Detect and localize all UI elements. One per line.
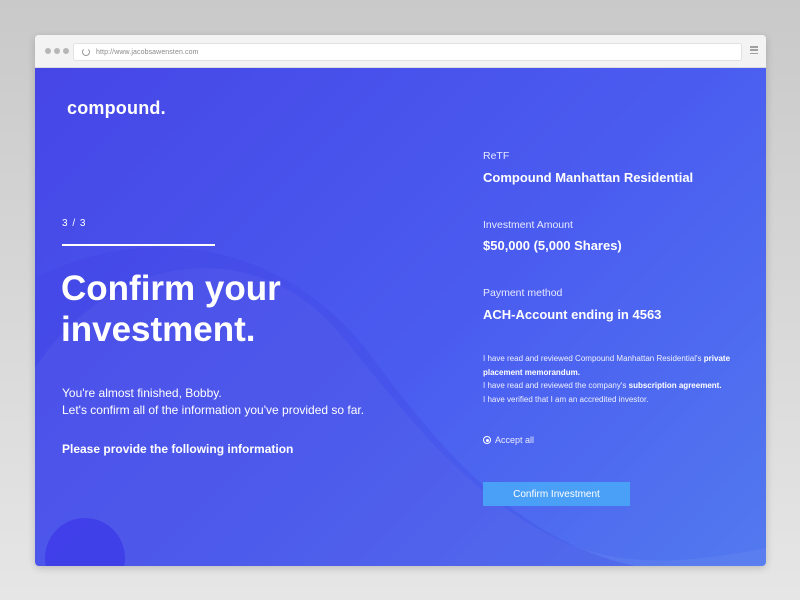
terms-line: I have read and reviewed the company's	[483, 381, 629, 390]
payment-method-value: ACH-Account ending in 4563	[483, 307, 662, 322]
intro-line: Let's confirm all of the information you…	[62, 403, 365, 417]
terms-text: I have read and reviewed Compound Manhat…	[483, 352, 753, 406]
page-content: compound. 3 / 3 Confirm your investment.…	[35, 68, 766, 566]
window-dot[interactable]	[54, 48, 60, 54]
hamburger-menu-icon[interactable]	[750, 46, 758, 54]
window-dot[interactable]	[45, 48, 51, 54]
browser-window: http://www.jacobsawensten.com compound. …	[35, 35, 766, 566]
terms-line: I have read and reviewed Compound Manhat…	[483, 354, 704, 363]
window-dot[interactable]	[63, 48, 69, 54]
provide-info-heading: Please provide the following information	[62, 442, 294, 456]
progress-bar	[62, 244, 215, 246]
intro-text: You're almost finished, Bobby. Let's con…	[62, 385, 364, 419]
subscription-agreement-link[interactable]: subscription agreement.	[629, 381, 722, 390]
investment-amount-value: $50,000 (5,000 Shares)	[483, 238, 622, 253]
address-bar[interactable]: http://www.jacobsawensten.com	[73, 43, 742, 61]
retf-value: Compound Manhattan Residential	[483, 170, 694, 185]
retf-label: ReTF	[483, 150, 510, 162]
terms-line: I have verified that I am an accredited …	[483, 394, 649, 404]
url-text: http://www.jacobsawensten.com	[96, 48, 199, 56]
compound-logo[interactable]: compound.	[67, 98, 166, 119]
confirm-investment-button[interactable]: Confirm Investment	[483, 482, 630, 506]
page-title: Confirm your investment.	[61, 268, 361, 350]
accept-all-radio[interactable]: Accept all	[483, 435, 534, 445]
window-controls	[45, 48, 69, 54]
payment-method-label: Payment method	[483, 287, 563, 299]
accept-all-label: Accept all	[495, 435, 535, 445]
title-line: investment.	[61, 310, 256, 349]
title-line: Confirm your	[61, 269, 281, 308]
browser-toolbar: http://www.jacobsawensten.com	[35, 35, 766, 68]
investment-amount-label: Investment Amount	[483, 219, 573, 231]
intro-line: You're almost finished, Bobby.	[62, 386, 222, 400]
radio-icon[interactable]	[483, 436, 491, 444]
step-indicator: 3 / 3	[62, 218, 87, 229]
reload-icon[interactable]	[82, 48, 90, 56]
